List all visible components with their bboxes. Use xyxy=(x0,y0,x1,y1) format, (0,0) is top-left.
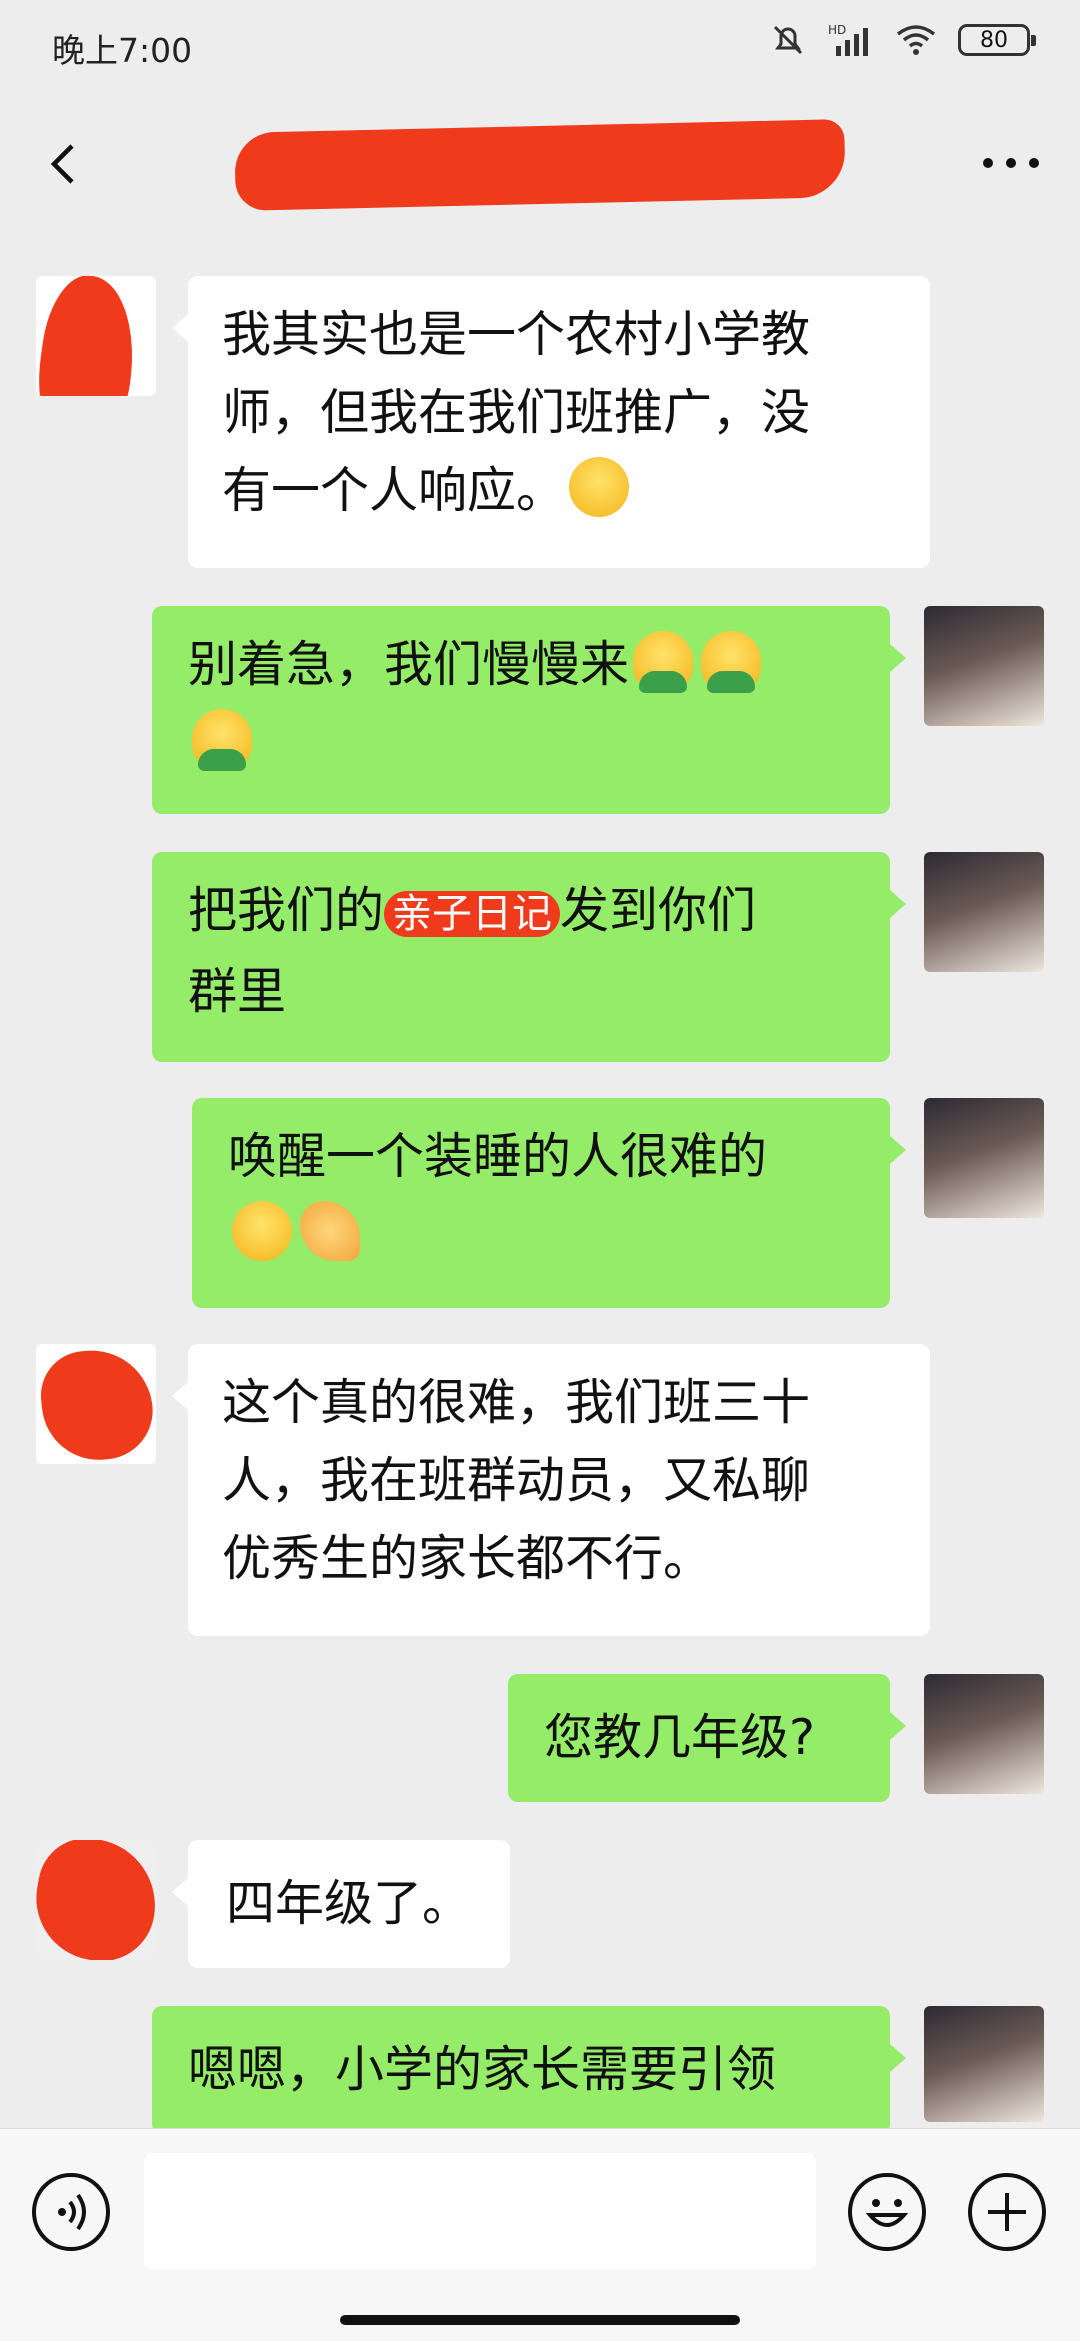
chat-header xyxy=(0,90,1080,240)
wink-tongue-emoji-icon xyxy=(232,1201,292,1261)
message-text-line: 这个真的很难，我们班三十 xyxy=(222,1374,811,1431)
wifi-icon xyxy=(896,25,936,55)
message-text-line: 发到你们 xyxy=(560,882,757,939)
message-bubble[interactable]: 这个真的很难，我们班三十 人，我在班群动员，又私聊 优秀生的家长都不行。 xyxy=(172,1344,930,1636)
status-icons: HD 80 xyxy=(770,22,1036,58)
person-emoji-icon xyxy=(633,631,694,693)
message-text-line: 别着急，我们慢慢来 xyxy=(188,636,630,693)
redaction-mark xyxy=(36,276,145,396)
message-bubble[interactable]: 别着急，我们慢慢来 xyxy=(152,606,906,814)
plus-icon[interactable] xyxy=(968,2173,1046,2251)
status-time: 晚上7:00 xyxy=(52,31,193,70)
network-hd-label: HD xyxy=(828,23,846,37)
message-text-line: 我其实也是一个农村小学教 xyxy=(222,306,811,363)
person-emoji-icon xyxy=(192,709,252,771)
mute-icon xyxy=(773,25,803,55)
message-text-line: 有一个人响应。 xyxy=(222,462,566,519)
message-bubble[interactable]: 把我们的 亲子日记 发到你们 群里 xyxy=(152,852,906,1062)
avatar[interactable] xyxy=(924,852,1044,972)
message-text-line: 师，但我在我们班推广，没 xyxy=(222,384,811,441)
redacted-text: 亲子日记 xyxy=(384,891,561,937)
signal-icon: HD xyxy=(828,23,868,56)
message-bubble[interactable]: 我其实也是一个农村小学教 师，但我在我们班推广，没 有一个人响应。 xyxy=(172,276,930,568)
message-bubble[interactable]: 您教几年级? xyxy=(508,1674,906,1802)
status-bar: 晚上7:00 HD 80 xyxy=(0,0,1080,90)
message-text-line: 群里 xyxy=(188,963,287,1020)
message-text-line: 嗯嗯，小学的家长需要引领 xyxy=(188,2041,777,2098)
emoji-icon[interactable] xyxy=(848,2173,926,2251)
redaction-mark xyxy=(36,1344,156,1464)
avatar[interactable] xyxy=(36,1840,156,1960)
message-bubble[interactable]: 四年级了。 xyxy=(172,1840,510,1968)
input-bar xyxy=(0,2128,1080,2341)
message-bubble[interactable]: 嗯嗯，小学的家长需要引领 xyxy=(152,2006,906,2134)
message-input[interactable] xyxy=(144,2153,816,2269)
chevron-left-icon[interactable] xyxy=(36,134,96,194)
avatar[interactable] xyxy=(924,606,1044,726)
chat-title xyxy=(234,119,846,211)
message-text-line: 唤醒一个装睡的人很难的 xyxy=(228,1128,768,1185)
home-indicator[interactable] xyxy=(340,2315,740,2325)
message-text-line: 把我们的 xyxy=(188,882,385,939)
avatar[interactable] xyxy=(924,1674,1044,1794)
message-bubble[interactable]: 唤醒一个装睡的人很难的 xyxy=(192,1098,906,1308)
avatar[interactable] xyxy=(924,1098,1044,1218)
avatar[interactable] xyxy=(36,276,156,396)
redaction-mark xyxy=(36,1840,156,1960)
ok-hand-emoji-icon xyxy=(300,1201,360,1261)
battery-indicator: 80 xyxy=(958,24,1036,56)
avatar[interactable] xyxy=(36,1344,156,1464)
person-emoji-icon xyxy=(701,631,762,693)
message-text-line: 人，我在班群动员，又私聊 xyxy=(222,1452,811,1509)
message-text-line: 四年级了。 xyxy=(226,1875,472,1932)
laugh-cry-emoji-icon xyxy=(569,457,630,517)
voice-icon[interactable] xyxy=(32,2173,110,2251)
more-icon[interactable] xyxy=(976,138,1046,188)
message-text-line: 优秀生的家长都不行。 xyxy=(222,1530,713,1587)
message-text-line: 您教几年级? xyxy=(544,1709,816,1766)
avatar[interactable] xyxy=(924,2006,1044,2122)
